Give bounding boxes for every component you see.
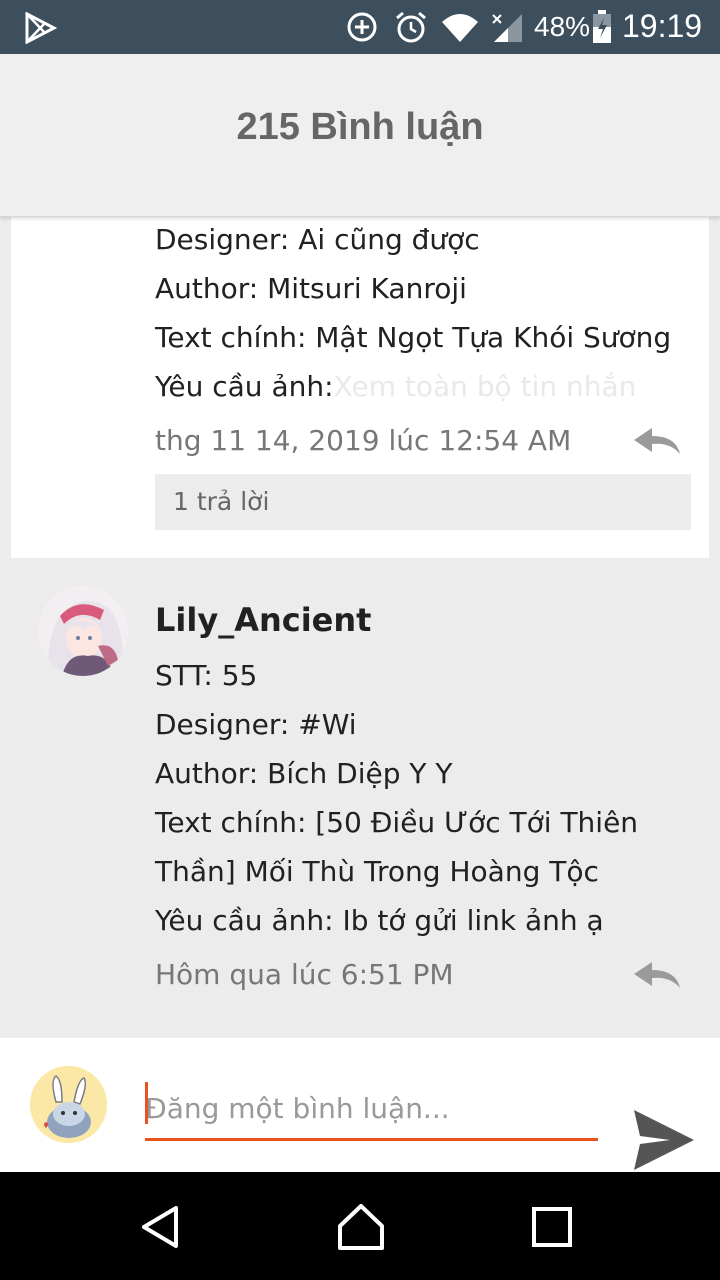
comment-username[interactable]: Lily_Ancient	[155, 601, 371, 639]
data-saver-icon	[347, 12, 377, 42]
reply-icon[interactable]	[632, 960, 682, 990]
comment-line: Text chính: [50 Điều Ước Tới Thiên	[155, 806, 639, 839]
avatar[interactable]	[38, 586, 128, 676]
replies-count: 1 trả lời	[173, 487, 270, 516]
home-icon[interactable]	[336, 1202, 386, 1252]
bunny-avatar-icon	[30, 1066, 107, 1143]
comment-line: Author: Mitsuri Kanroji	[155, 272, 467, 305]
status-bar: 48% 19:19	[0, 0, 720, 54]
header: 215 Bình luận	[0, 54, 720, 217]
comment-timestamp: thg 11 14, 2019 lúc 12:54 AM	[155, 424, 572, 457]
comment-line: Designer: #Wi	[155, 708, 357, 741]
comment-line-prefix: Yêu cầu ảnh:	[155, 370, 334, 403]
play-store-icon	[25, 12, 58, 44]
comment-line: Text chính: Mật Ngọt Tựa Khói Sương	[155, 321, 672, 354]
replies-toggle[interactable]: 1 trả lời	[155, 474, 691, 530]
comment-line: Author: Bích Diệp Y Y	[155, 757, 453, 790]
send-icon[interactable]	[630, 1108, 696, 1172]
back-icon[interactable]	[136, 1202, 186, 1252]
battery-icon	[593, 10, 611, 43]
wifi-icon	[442, 14, 478, 42]
reply-icon[interactable]	[632, 426, 682, 456]
anime-girl-avatar-icon	[38, 586, 128, 676]
comment-input[interactable]	[145, 1078, 598, 1141]
alarm-icon	[396, 11, 426, 43]
signal-icon	[492, 14, 522, 42]
comment-timestamp: Hôm qua lúc 6:51 PM	[155, 958, 454, 991]
text-cursor	[145, 1082, 148, 1124]
navigation-bar	[0, 1172, 720, 1280]
comments-list[interactable]: Designer: Ai cũng được Author: Mitsuri K…	[0, 216, 720, 1038]
comment-line: Thần] Mối Thù Trong Hoàng Tộc	[155, 855, 599, 888]
clock: 19:19	[622, 8, 703, 44]
comment-line: Yêu cầu ảnh:Xem toàn bộ tin nhắn	[155, 370, 636, 404]
battery-percent: 48%	[534, 11, 591, 42]
comment-line: Designer: Ai cũng được	[155, 223, 480, 256]
comment-composer	[0, 1038, 720, 1172]
recents-icon[interactable]	[527, 1202, 577, 1252]
comment-line: Yêu cầu ảnh: Ib tớ gửi link ảnh ạ	[155, 904, 604, 937]
page-title: 215 Bình luận	[236, 106, 484, 148]
avatar[interactable]	[30, 1066, 107, 1143]
comment-line: STT: 55	[155, 659, 258, 692]
show-more-link[interactable]: Xem toàn bộ tin nhắn	[334, 370, 637, 403]
